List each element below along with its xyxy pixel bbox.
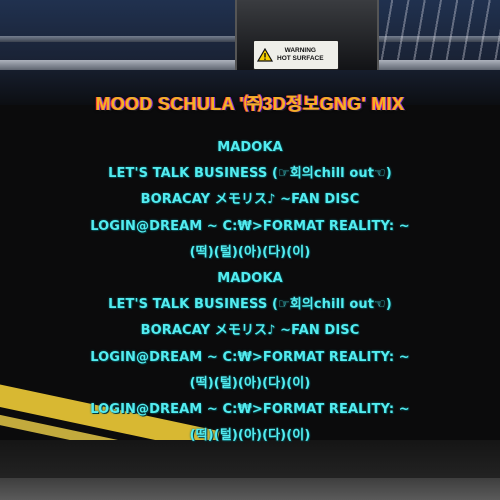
track-line: LOGIN@DREAM ~ C:₩>FORMAT REALITY: ~	[90, 349, 410, 365]
track-line: LET'S TALK BUSINESS (☞회의chill out☜)	[108, 166, 392, 182]
track-line: (떡)(털)(아)(다)(이)	[189, 244, 311, 260]
warning-label-line-2: HOT SURFACE	[277, 55, 324, 62]
track-line: MADOKA	[217, 140, 283, 155]
tracklist: MADOKA LET'S TALK BUSINESS (☞회의chill out…	[0, 135, 500, 449]
track-line: LET'S TALK BUSINESS (☞회의chill out☜)	[108, 297, 392, 313]
track-line: LOGIN@DREAM ~ C:₩>FORMAT REALITY: ~	[90, 218, 410, 234]
track-line: MADOKA	[217, 270, 283, 286]
track-line: BORACAY メモリス♪ ~FAN DISC	[140, 323, 360, 339]
track-line: (떡)(털)(아)(다)(이)	[189, 428, 311, 444]
warning-label-line-1: WARNING	[284, 47, 316, 54]
track-line: LOGIN@DREAM ~ C:₩>FORMAT REALITY: ~	[90, 401, 410, 417]
track-line: (떡)(털)(아)(다)(이)	[189, 375, 311, 391]
warning-triangle-icon	[257, 48, 273, 62]
warning-label: WARNING HOT SURFACE	[253, 40, 339, 70]
track-line: BORACAY メモリス♪ ~FAN DISC	[140, 192, 360, 208]
printer-bed-edge	[0, 478, 500, 500]
mix-title: MOOD SCHULA '㈜3D정보GNG' MIX	[95, 94, 405, 114]
